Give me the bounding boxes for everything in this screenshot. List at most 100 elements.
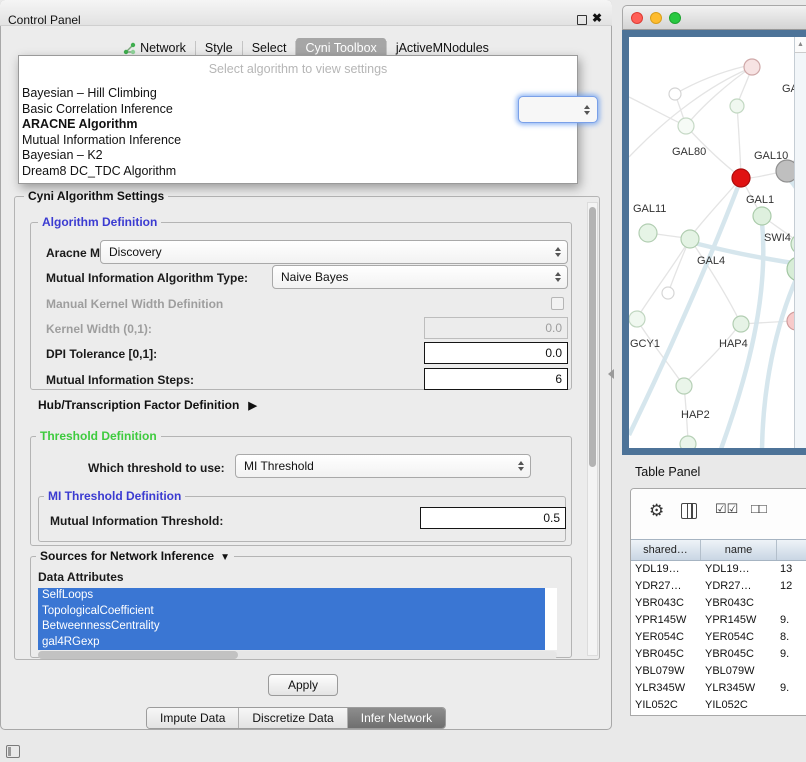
- mi-steps-input[interactable]: [424, 368, 568, 390]
- network-node[interactable]: [629, 311, 645, 327]
- select-all-checkboxes-icon[interactable]: ☑☑: [715, 501, 738, 517]
- table-row[interactable]: YPR145WYPR145W9.: [631, 612, 806, 629]
- close-icon[interactable]: ✖: [592, 11, 602, 25]
- tab-impute-data[interactable]: Impute Data: [147, 708, 238, 728]
- tab-label: jActiveMNodules: [396, 41, 489, 55]
- dpi-tolerance-input[interactable]: [424, 342, 568, 364]
- network-edges-highlighted: [629, 179, 806, 449]
- data-attribute-item[interactable]: BetweennessCentrality: [38, 619, 545, 635]
- data-attribute-item[interactable]: TopologicalCoefficient: [38, 604, 545, 620]
- control-panel-titlebar[interactable]: [0, 0, 612, 26]
- node-label: GAL11: [633, 203, 666, 215]
- table-row[interactable]: YLR345WYLR345W9.: [631, 680, 806, 697]
- table-cell: YBR045C: [701, 646, 777, 663]
- combo-arrows-icon: [555, 266, 561, 288]
- data-attribute-item[interactable]: gal4RGexp: [38, 635, 545, 651]
- algorithm-option[interactable]: Bayesian – K2: [19, 148, 577, 164]
- apply-button[interactable]: Apply: [268, 674, 338, 696]
- table-cell: 8.: [777, 629, 806, 646]
- panel-dock-icon[interactable]: [6, 745, 20, 758]
- table-cell: YPR145W: [631, 612, 701, 629]
- network-node[interactable]: [669, 88, 681, 100]
- which-threshold-combo[interactable]: MI Threshold: [235, 454, 531, 478]
- network-node[interactable]: [662, 287, 674, 299]
- node-label: HAP2: [681, 409, 710, 421]
- tab-label: Style: [205, 41, 233, 55]
- window-title: Control Panel: [8, 13, 81, 27]
- scroll-up-arrow[interactable]: ▲: [795, 37, 806, 53]
- node-label: GAL10: [754, 150, 788, 162]
- columns-icon[interactable]: [681, 503, 697, 519]
- mi-threshold-input[interactable]: [420, 507, 566, 529]
- algorithm-dropdown-popup: Select algorithm to view settings Bayesi…: [18, 55, 578, 184]
- network-node[interactable]: [639, 224, 657, 242]
- algorithm-selector-combo[interactable]: [518, 96, 598, 123]
- mi-type-label: Mutual Information Algorithm Type:: [46, 271, 248, 285]
- tab-infer-network[interactable]: Infer Network: [347, 708, 445, 728]
- table-row[interactable]: YBR045CYBR045C9.: [631, 646, 806, 663]
- gear-icon[interactable]: ⚙: [649, 501, 664, 521]
- network-node[interactable]: [744, 59, 760, 75]
- column-header-extra[interactable]: [777, 540, 806, 560]
- dropdown-placeholder: Select algorithm to view settings: [19, 59, 577, 79]
- table-cell: YBL079W: [701, 663, 777, 680]
- mi-type-combo[interactable]: Naive Bayes: [272, 265, 568, 289]
- expanded-arrow-icon: ▼: [220, 552, 230, 563]
- table-cell: YIL052C: [631, 697, 701, 714]
- collapsed-arrow-icon: ▶: [248, 400, 256, 412]
- column-header-shared-name[interactable]: shared…: [631, 540, 701, 560]
- data-attribute-item[interactable]: SelfLoops: [38, 588, 545, 604]
- algorithm-definition-title: Algorithm Definition: [38, 215, 161, 229]
- settings-vertical-scrollbar[interactable]: [587, 202, 598, 656]
- hub-definition-expander[interactable]: Hub/Transcription Factor Definition▶: [38, 398, 257, 412]
- table-cell: 13: [777, 561, 806, 578]
- splitter-collapse-icon[interactable]: [608, 369, 614, 379]
- tab-discretize-data[interactable]: Discretize Data: [238, 708, 346, 728]
- network-node[interactable]: [676, 378, 692, 394]
- network-node[interactable]: [681, 230, 699, 248]
- float-window-icon[interactable]: [577, 15, 587, 25]
- table-cell: YER054C: [631, 629, 701, 646]
- close-traffic-light[interactable]: [631, 12, 643, 24]
- scrollbar-thumb[interactable]: [589, 207, 596, 467]
- deselect-all-checkboxes-icon[interactable]: □□: [751, 501, 767, 516]
- table-row[interactable]: YIL052CYIL052C: [631, 697, 806, 714]
- network-graph[interactable]: GALGAL80GAL10GAL11GAL1SWI4GAL4GCY1HAP4YH…: [629, 37, 806, 449]
- network-node[interactable]: [678, 118, 694, 134]
- algorithm-option[interactable]: Mutual Information Inference: [19, 133, 577, 149]
- table-row[interactable]: YDL19…YDL19…13: [631, 561, 806, 578]
- which-threshold-label: Which threshold to use:: [88, 461, 225, 475]
- zoom-traffic-light[interactable]: [669, 12, 681, 24]
- table-cell: [777, 697, 806, 714]
- network-node[interactable]: [730, 99, 744, 113]
- attributes-horizontal-scrollbar[interactable]: [38, 651, 557, 659]
- tab-label: Network: [140, 41, 186, 55]
- aracne-mode-combo[interactable]: Discovery: [100, 240, 568, 264]
- algorithm-option[interactable]: ARACNE Algorithm: [19, 117, 577, 133]
- network-node[interactable]: [732, 169, 750, 187]
- table-row[interactable]: YER054CYER054C8.: [631, 629, 806, 646]
- dpi-tolerance-label: DPI Tolerance [0,1]:: [46, 347, 157, 361]
- minimize-traffic-light[interactable]: [650, 12, 662, 24]
- network-node[interactable]: [753, 207, 771, 225]
- node-label: GAL4: [697, 255, 725, 267]
- network-vertical-scrollbar[interactable]: ▲: [794, 37, 806, 448]
- network-node[interactable]: [680, 436, 696, 449]
- network-window-titlebar[interactable]: [622, 5, 806, 30]
- table-row[interactable]: YBL079WYBL079W: [631, 663, 806, 680]
- column-header-name[interactable]: name: [701, 540, 777, 560]
- algorithm-option[interactable]: Bayesian – Hill Climbing: [19, 86, 577, 102]
- table-row[interactable]: YDR27…YDR27…12: [631, 578, 806, 595]
- network-node[interactable]: [733, 316, 749, 332]
- algorithm-option[interactable]: Basic Correlation Inference: [19, 102, 577, 118]
- table-cell: YER054C: [701, 629, 777, 646]
- table-cell: [777, 595, 806, 612]
- table-cell: YDR27…: [701, 578, 777, 595]
- data-attributes-label: Data Attributes: [38, 570, 124, 584]
- algorithm-option[interactable]: Dream8 DC_TDC Algorithm: [19, 164, 577, 180]
- sources-group-title[interactable]: Sources for Network Inference▼: [36, 549, 234, 563]
- threshold-definition-title: Threshold Definition: [36, 429, 161, 443]
- table-row[interactable]: YBR043CYBR043C: [631, 595, 806, 612]
- scrollbar-thumb[interactable]: [38, 651, 238, 659]
- network-tab-icon: [123, 42, 136, 55]
